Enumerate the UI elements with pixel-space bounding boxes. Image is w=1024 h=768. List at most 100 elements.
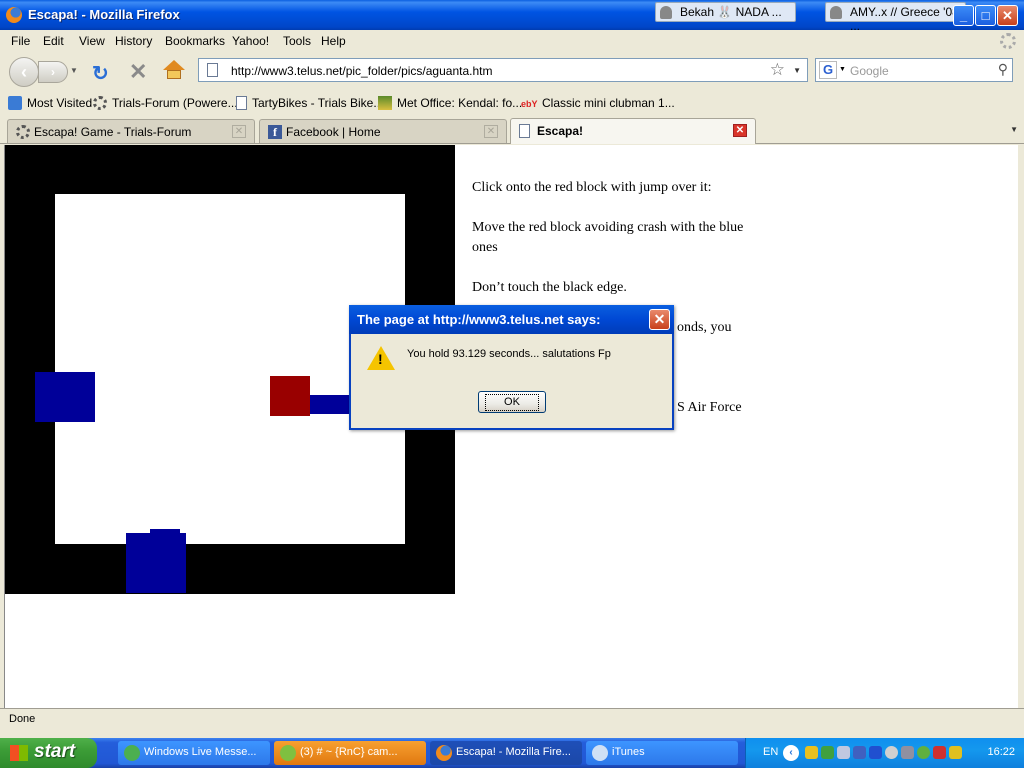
start-button[interactable]: start [0, 738, 97, 768]
close-window-button[interactable]: ✕ [997, 5, 1018, 26]
url-text[interactable]: http://www3.telus.net/pic_folder/pics/ag… [231, 64, 492, 78]
bookmarks-toolbar: Most Visited Trials-Forum (Powere... Tar… [0, 90, 1024, 116]
page-icon [519, 124, 530, 138]
display-icon[interactable] [853, 746, 866, 759]
search-bar[interactable]: G ▼ Google ⚲ [815, 58, 1013, 82]
navigation-toolbar: ‹ › ▼ ↻ ✕ http://www3.telus.net/pic_fold… [0, 52, 1024, 90]
messenger-tray-icon[interactable] [821, 746, 834, 759]
search-engine-dropdown-icon[interactable]: ▼ [839, 66, 846, 73]
contact-icon [830, 6, 842, 19]
task-label: Escapa! - Mozilla Fire... [456, 746, 571, 758]
bluetooth-icon[interactable] [869, 746, 882, 759]
blue-block [35, 372, 95, 422]
stop-button[interactable]: ✕ [129, 59, 147, 85]
tab-close-icon[interactable]: ✕ [733, 124, 747, 137]
bookmark-trials-forum[interactable]: Trials-Forum (Powere... [93, 96, 238, 110]
back-button[interactable]: ‹ [9, 57, 39, 87]
tab-escapa[interactable]: Escapa! ✕ [510, 118, 756, 144]
reload-button[interactable]: ↻ [92, 61, 109, 86]
throbber-icon [1000, 33, 1016, 49]
network-icon[interactable] [837, 746, 850, 759]
window-title: Escapa! - Mozilla Firefox [28, 7, 180, 22]
facebook-icon: f [268, 125, 282, 139]
show-hidden-icons-button[interactable]: ‹ [783, 745, 799, 761]
window-title-bar[interactable]: Escapa! - Mozilla Firefox Bekah 🐰 NADA .… [0, 0, 1024, 33]
most-visited-icon [8, 96, 22, 110]
window-edge [1018, 145, 1024, 708]
red-block[interactable] [270, 376, 310, 416]
blue-block [126, 533, 186, 593]
menu-help[interactable]: Help [321, 34, 346, 48]
menu-edit[interactable]: Edit [43, 34, 64, 48]
task-windows-live-messenger[interactable]: Windows Live Messe... [118, 741, 270, 765]
search-icon[interactable]: ⚲ [998, 61, 1008, 78]
instruction-text: Don’t touch the black edge. [472, 280, 627, 295]
page-icon [236, 96, 247, 110]
clock[interactable]: 16:22 [987, 746, 1015, 758]
tab-close-icon[interactable]: ✕ [484, 125, 498, 138]
menu-view[interactable]: View [79, 34, 105, 48]
itunes-icon [592, 745, 608, 761]
task-itunes[interactable]: iTunes [586, 741, 738, 765]
messenger-icon [280, 745, 296, 761]
menu-bar: File Edit View History Bookmarks Yahoo! … [0, 30, 1024, 52]
url-dropdown-icon[interactable]: ▼ [793, 66, 801, 75]
bookmark-label: Most Visited [27, 96, 93, 110]
dialog-title: The page at http://www3.telus.net says: [357, 312, 601, 327]
menu-file[interactable]: File [11, 34, 30, 48]
status-text: Done [9, 713, 36, 725]
gear-icon [93, 96, 107, 110]
blue-block [305, 395, 355, 414]
google-icon[interactable]: G [819, 61, 837, 79]
history-dropdown-icon[interactable]: ▼ [70, 66, 78, 75]
ok-button-label: OK [485, 394, 539, 411]
bookmark-met-office[interactable]: Met Office: Kendal: fo... [378, 96, 522, 110]
blue-block [150, 529, 180, 535]
forward-button[interactable]: › [38, 61, 68, 83]
pencil-icon[interactable] [949, 746, 962, 759]
menu-bookmarks[interactable]: Bookmarks [165, 34, 225, 48]
dialog-title-bar[interactable]: The page at http://www3.telus.net says: … [349, 305, 674, 334]
tab-facebook-home[interactable]: f Facebook | Home ✕ [259, 119, 507, 143]
maximize-button[interactable]: □ [975, 5, 996, 26]
messenger-icon [124, 745, 140, 761]
speaker-icon[interactable] [901, 746, 914, 759]
bookmark-star-icon[interactable]: ☆ [770, 60, 785, 80]
tab-list-dropdown-icon[interactable]: ▼ [1010, 125, 1018, 134]
bookmark-tartybikes[interactable]: TartyBikes - Trials Bike... [236, 96, 383, 110]
messenger-window-1[interactable]: Bekah 🐰 NADA ... [655, 2, 796, 22]
messenger-window-2-label: AMY..x // Greece '08 ... [850, 5, 959, 33]
menu-yahoo[interactable]: Yahoo! [232, 34, 269, 48]
ebay-icon: ebY [521, 99, 538, 109]
messenger-window-2[interactable]: AMY..x // Greece '08 ... [825, 2, 966, 33]
bookmark-label: Trials-Forum (Powere... [112, 96, 238, 110]
url-bar[interactable]: http://www3.telus.net/pic_folder/pics/ag… [198, 58, 808, 82]
minimize-button[interactable]: _ [953, 5, 974, 26]
bookmark-classic-mini[interactable]: ebY Classic mini clubman 1... [521, 96, 675, 113]
ea-icon[interactable] [885, 746, 898, 759]
search-input[interactable]: Google [850, 64, 889, 78]
met-office-icon [378, 96, 392, 110]
gear-icon [16, 125, 30, 139]
update-icon[interactable] [917, 746, 930, 759]
task-label: iTunes [612, 746, 645, 758]
language-indicator[interactable]: EN [763, 746, 778, 758]
task-rnc-chat[interactable]: (3) # ~ {RnC} cam... [274, 741, 426, 765]
app-tray-icon[interactable] [933, 746, 946, 759]
bookmark-label: Classic mini clubman 1... [542, 96, 675, 110]
dialog-close-button[interactable]: ✕ [649, 309, 670, 330]
bookmark-most-visited[interactable]: Most Visited [8, 96, 92, 110]
firefox-icon [436, 745, 452, 761]
task-firefox[interactable]: Escapa! - Mozilla Fire... [430, 741, 582, 765]
tab-escapa-game-trials-forum[interactable]: Escapa! Game - Trials-Forum ✕ [7, 119, 255, 143]
task-label: (3) # ~ {RnC} cam... [300, 746, 398, 758]
home-button[interactable] [163, 60, 185, 80]
system-tray: EN ‹ 16:22 [745, 738, 1024, 768]
bookmark-label: Met Office: Kendal: fo... [397, 96, 523, 110]
security-icon[interactable] [805, 746, 818, 759]
menu-tools[interactable]: Tools [283, 34, 311, 48]
messenger-window-1-label: Bekah 🐰 NADA ... [680, 5, 782, 19]
tab-close-icon[interactable]: ✕ [232, 125, 246, 138]
ok-button[interactable]: OK [478, 391, 546, 413]
menu-history[interactable]: History [115, 34, 152, 48]
